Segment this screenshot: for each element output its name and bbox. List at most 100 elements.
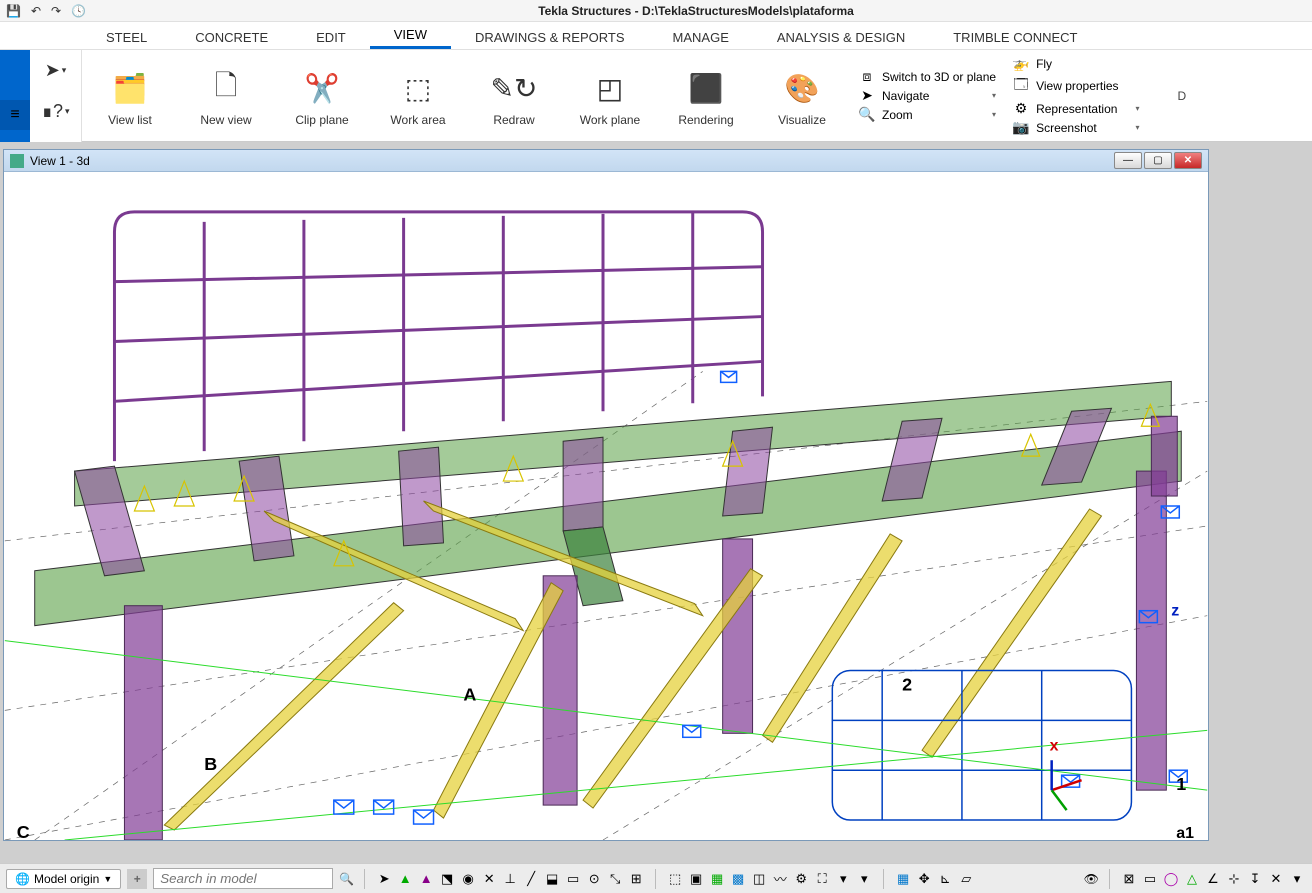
switch-3d-button[interactable]: ⧈Switch to 3D or plane xyxy=(858,68,996,85)
clip-plane-button[interactable]: ✂️ Clip plane xyxy=(274,50,370,141)
center-icon[interactable]: ⊙ xyxy=(585,870,603,888)
globe-icon: 🌐 xyxy=(15,872,30,886)
grid-toggle-icon[interactable]: ▦ xyxy=(894,870,912,888)
representation-button[interactable]: ⚙Representation▾ xyxy=(1012,100,1139,117)
new-view-button[interactable]: 🗋 New view xyxy=(178,50,274,141)
menu-concrete[interactable]: CONCRETE xyxy=(171,26,292,49)
drag-icon[interactable]: ✥ xyxy=(915,870,933,888)
midpoint-icon[interactable]: ◉ xyxy=(459,870,477,888)
filter-box-icon[interactable]: ⊠ xyxy=(1120,870,1138,888)
point-green-icon[interactable]: ▲ xyxy=(396,870,414,888)
ribbon-list-view: 🚁Fly 🗔View properties ⚙Representation▾ 📷… xyxy=(1004,55,1147,136)
add-view-button[interactable]: + xyxy=(127,869,147,889)
new-view-icon: 🗋 xyxy=(215,65,238,113)
grid-label-2: 2 xyxy=(902,674,912,694)
line-icon[interactable]: ╱ xyxy=(522,870,540,888)
grid-icon[interactable]: ⊞ xyxy=(627,870,645,888)
screenshot-icon: 📷 xyxy=(1012,119,1030,136)
select-assembly-icon[interactable]: ▦ xyxy=(708,870,726,888)
zoom-icon: 🔍 xyxy=(858,106,876,123)
axis-z-label: z xyxy=(1171,603,1179,620)
zoom-button[interactable]: 🔍Zoom▾ xyxy=(858,106,996,123)
visibility-icon[interactable]: 👁 xyxy=(1084,872,1099,886)
workspace: View 1 - 3d — ▢ ✕ xyxy=(0,142,1312,863)
filter-dropdown-icon[interactable]: ▾ xyxy=(1288,870,1306,888)
select-bolt-icon[interactable]: ⚙ xyxy=(792,870,810,888)
extension-icon[interactable]: ⤡ xyxy=(606,870,624,888)
history-icon[interactable]: 🕓 xyxy=(71,4,86,18)
filter-angle-icon[interactable]: ∠ xyxy=(1204,870,1222,888)
window-title: Tekla Structures - D:\TeklaStructuresMod… xyxy=(86,4,1306,18)
filter-triangle-icon[interactable]: △ xyxy=(1183,870,1201,888)
undo-icon[interactable]: ↶ xyxy=(31,4,41,18)
dropdown-icon[interactable]: ▾ xyxy=(834,870,852,888)
view-properties-button[interactable]: 🗔View properties xyxy=(1012,74,1139,98)
point-purple-icon[interactable]: ▲ xyxy=(417,870,435,888)
redraw-label: Redraw xyxy=(493,113,534,127)
plane-icon[interactable]: ▱ xyxy=(957,870,975,888)
left-rail: ≡ xyxy=(0,50,30,142)
cursor-tool[interactable]: ➤▾ xyxy=(45,60,67,81)
search-input[interactable] xyxy=(153,868,333,889)
filter-x-icon[interactable]: ✕ xyxy=(1267,870,1285,888)
visualize-button[interactable]: 🎨 Visualize xyxy=(754,50,850,141)
close-button[interactable]: ✕ xyxy=(1174,152,1202,169)
work-plane-button[interactable]: ◰ Work plane xyxy=(562,50,658,141)
select-object-icon[interactable]: ◫ xyxy=(750,870,768,888)
search-icon[interactable]: 🔍 xyxy=(339,872,354,886)
intersection-icon[interactable]: ✕ xyxy=(480,870,498,888)
rendering-label: Rendering xyxy=(678,113,733,127)
grid-label-a1: a1 xyxy=(1176,825,1194,840)
endpoint-icon[interactable]: ⬔ xyxy=(438,870,456,888)
filter-rect-icon[interactable]: ▭ xyxy=(1141,870,1159,888)
redraw-button[interactable]: ✎↻ Redraw xyxy=(466,50,562,141)
filter-node-icon[interactable]: ⊹ xyxy=(1225,870,1243,888)
face-icon[interactable]: ▭ xyxy=(564,870,582,888)
grid-label-1: 1 xyxy=(1176,774,1186,794)
dropdown-2-icon[interactable]: ▾ xyxy=(855,870,873,888)
select-weld-icon[interactable]: 〰 xyxy=(771,870,789,888)
maximize-button[interactable]: ▢ xyxy=(1144,152,1172,169)
edge-icon[interactable]: ⬓ xyxy=(543,870,561,888)
screenshot-button[interactable]: 📷Screenshot▾ xyxy=(1012,119,1139,136)
viewport-3d[interactable]: x z A B C 1 2 a1 xyxy=(4,172,1208,840)
filter-toolbar: ⊠ ▭ ◯ △ ∠ ⊹ ↧ ✕ ▾ xyxy=(1120,870,1306,888)
snap-toolbar: ➤ ▲ ▲ ⬔ ◉ ✕ ⊥ ╱ ⬓ ▭ ⊙ ⤡ ⊞ xyxy=(375,870,645,888)
ortho-icon[interactable]: ⊾ xyxy=(936,870,954,888)
view-window-titlebar[interactable]: View 1 - 3d — ▢ ✕ xyxy=(4,150,1208,172)
menu-view[interactable]: VIEW xyxy=(370,23,451,49)
title-bar: 💾 ↶ ↷ 🕓 Tekla Structures - D:\TeklaStruc… xyxy=(0,0,1312,22)
axis-x-label: x xyxy=(1050,737,1059,754)
view-list-button[interactable]: 🗂️ View list xyxy=(82,50,178,141)
menu-manage[interactable]: MANAGE xyxy=(649,26,753,49)
menu-drawings[interactable]: DRAWINGS & REPORTS xyxy=(451,26,649,49)
app-menu-button[interactable]: ≡ xyxy=(0,100,30,130)
view-window-title: View 1 - 3d xyxy=(30,154,90,168)
select-component-icon[interactable]: ▩ xyxy=(729,870,747,888)
view-properties-icon: 🗔 xyxy=(1012,74,1030,98)
switch-3d-icon: ⧈ xyxy=(858,68,876,85)
quick-access-toolbar: 💾 ↶ ↷ 🕓 xyxy=(6,4,86,18)
filter-arrow-icon[interactable]: ↧ xyxy=(1246,870,1264,888)
redo-icon[interactable]: ↷ xyxy=(51,4,61,18)
work-area-button[interactable]: ⬚ Work area xyxy=(370,50,466,141)
assembly-hierarchy-icon[interactable]: ⛶ xyxy=(813,870,831,888)
select-all-icon[interactable]: ⬚ xyxy=(666,870,684,888)
fly-button[interactable]: 🚁Fly xyxy=(1012,55,1139,72)
save-icon[interactable]: 💾 xyxy=(6,4,21,18)
menu-steel[interactable]: STEEL xyxy=(82,26,171,49)
filter-circle-icon[interactable]: ◯ xyxy=(1162,870,1180,888)
new-view-label: New view xyxy=(200,113,251,127)
select-part-icon[interactable]: ▣ xyxy=(687,870,705,888)
work-area-icon: ⬚ xyxy=(405,65,431,113)
coordinate-origin-dropdown[interactable]: 🌐 Model origin ▼ xyxy=(6,869,121,889)
rendering-button[interactable]: ⬛ Rendering xyxy=(658,50,754,141)
navigate-button[interactable]: ➤Navigate▾ xyxy=(858,87,996,104)
help-tooltip-tool[interactable]: ∎?▾ xyxy=(42,101,70,122)
perpendicular-icon[interactable]: ⊥ xyxy=(501,870,519,888)
cursor-snap-icon[interactable]: ➤ xyxy=(375,870,393,888)
menu-analysis[interactable]: ANALYSIS & DESIGN xyxy=(753,26,929,49)
minimize-button[interactable]: — xyxy=(1114,152,1142,169)
menu-trimble[interactable]: TRIMBLE CONNECT xyxy=(929,26,1101,49)
menu-edit[interactable]: EDIT xyxy=(292,26,370,49)
